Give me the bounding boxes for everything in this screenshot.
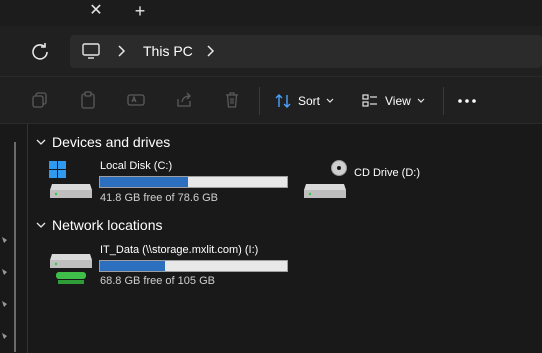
group-network-locations[interactable]: Network locations bbox=[36, 215, 163, 235]
chevron-down-icon bbox=[326, 98, 334, 103]
drive-name: IT_Data (\\storage.mxlit.com) (I:) bbox=[100, 244, 259, 256]
pin-icon[interactable] bbox=[0, 268, 8, 276]
command-bar: Sort View bbox=[0, 76, 542, 124]
pin-icon[interactable] bbox=[0, 332, 8, 340]
nav-scrollbar[interactable] bbox=[14, 142, 16, 352]
group-label: Network locations bbox=[52, 217, 163, 233]
group-devices-and-drives[interactable]: Devices and drives bbox=[36, 132, 170, 152]
view-button[interactable]: View bbox=[361, 89, 425, 113]
network-drive-icon bbox=[50, 254, 92, 284]
drive-item-d[interactable]: CD Drive (D:) bbox=[302, 156, 462, 206]
navigation-pane bbox=[0, 124, 28, 353]
toolbar-divider bbox=[259, 87, 260, 115]
copy-icon[interactable] bbox=[31, 91, 49, 109]
group-label: Devices and drives bbox=[52, 134, 171, 150]
more-options-icon[interactable] bbox=[457, 91, 477, 111]
drive-usage-fill bbox=[100, 261, 166, 271]
pin-icon[interactable] bbox=[0, 300, 8, 308]
sort-icon bbox=[275, 94, 291, 108]
drive-free-space: 68.8 GB free of 105 GB bbox=[100, 275, 215, 287]
new-tab-icon[interactable]: + bbox=[130, 1, 150, 21]
drive-usage-bar bbox=[99, 260, 288, 272]
drive-item-c[interactable]: Local Disk (C:) 41.8 GB free of 78.6 GB bbox=[48, 156, 298, 206]
chevron-right-icon[interactable] bbox=[205, 44, 215, 58]
close-icon[interactable]: ✕ bbox=[86, 1, 106, 21]
share-icon[interactable] bbox=[175, 91, 193, 109]
chevron-right-icon[interactable] bbox=[116, 44, 126, 58]
refresh-icon[interactable] bbox=[28, 40, 52, 64]
toolbar-divider bbox=[443, 87, 444, 115]
drive-free-space: 41.8 GB free of 78.6 GB bbox=[100, 192, 219, 204]
pin-icon[interactable] bbox=[0, 236, 8, 244]
view-label: View bbox=[385, 94, 411, 108]
drive-item-i[interactable]: IT_Data (\\storage.mxlit.com) (I:) 68.8 … bbox=[48, 240, 298, 290]
cd-drive-icon bbox=[304, 160, 347, 198]
drive-usage-fill bbox=[100, 177, 188, 187]
address-row: This PC bbox=[0, 26, 542, 76]
file-view: Devices and drives Local Disk (C:) 41.8 … bbox=[0, 124, 542, 353]
address-bar[interactable]: This PC bbox=[70, 35, 542, 68]
delete-icon[interactable] bbox=[223, 91, 241, 109]
drive-name: CD Drive (D:) bbox=[354, 167, 420, 179]
drive-name: Local Disk (C:) bbox=[100, 160, 173, 172]
chevron-down-icon bbox=[36, 139, 46, 145]
computer-icon bbox=[82, 43, 100, 59]
breadcrumb-this-pc[interactable]: This PC bbox=[143, 43, 193, 59]
tab-bar: ✕ + bbox=[0, 0, 542, 26]
view-icon bbox=[362, 94, 377, 107]
paste-icon[interactable] bbox=[79, 91, 97, 109]
rename-icon[interactable] bbox=[127, 91, 145, 109]
windows-drive-icon bbox=[49, 161, 92, 198]
chevron-down-icon bbox=[417, 98, 425, 103]
sort-button[interactable]: Sort bbox=[274, 89, 334, 113]
drive-usage-bar bbox=[99, 176, 288, 188]
chevron-down-icon bbox=[36, 222, 46, 228]
sort-label: Sort bbox=[298, 94, 321, 108]
